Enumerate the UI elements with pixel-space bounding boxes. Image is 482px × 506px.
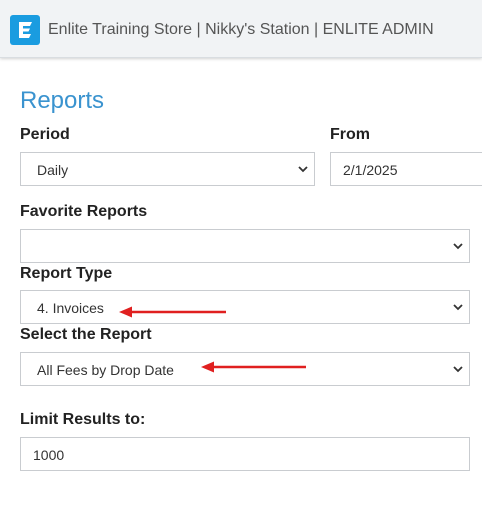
enlite-logo-icon[interactable]	[10, 15, 40, 45]
limit-results-input[interactable]: 1000	[20, 437, 470, 471]
top-bar: Enlite Training Store | Nikky's Station …	[0, 0, 482, 58]
favorite-reports-label: Favorite Reports	[20, 203, 148, 220]
period-label: Period	[20, 126, 70, 143]
page-title: Reports	[20, 87, 105, 114]
red-arrow-left-icon	[201, 361, 306, 373]
period-select[interactable]: Daily	[20, 152, 315, 186]
chevron-down-icon	[453, 304, 463, 311]
red-arrow-left-icon	[119, 306, 226, 318]
limit-results-label: Limit Results to:	[20, 411, 146, 428]
report-type-label: Report Type	[20, 265, 113, 282]
chevron-down-icon	[298, 166, 308, 173]
limit-results-value: 1000	[33, 447, 65, 463]
chevron-down-icon	[453, 243, 463, 250]
from-label: From	[330, 126, 370, 143]
period-value: Daily	[37, 162, 69, 178]
chevron-down-icon	[453, 366, 463, 373]
report-type-select[interactable]: 4. Invoices	[20, 290, 470, 324]
from-date-value: 2/1/2025	[343, 162, 398, 178]
select-report-value: All Fees by Drop Date	[37, 362, 174, 378]
app-title: Enlite Training Store | Nikky's Station …	[48, 21, 434, 38]
select-report-label: Select the Report	[20, 326, 152, 343]
report-type-value: 4. Invoices	[37, 300, 104, 316]
from-date-input[interactable]: 2/1/2025	[330, 152, 482, 186]
favorite-reports-select[interactable]	[20, 229, 470, 263]
